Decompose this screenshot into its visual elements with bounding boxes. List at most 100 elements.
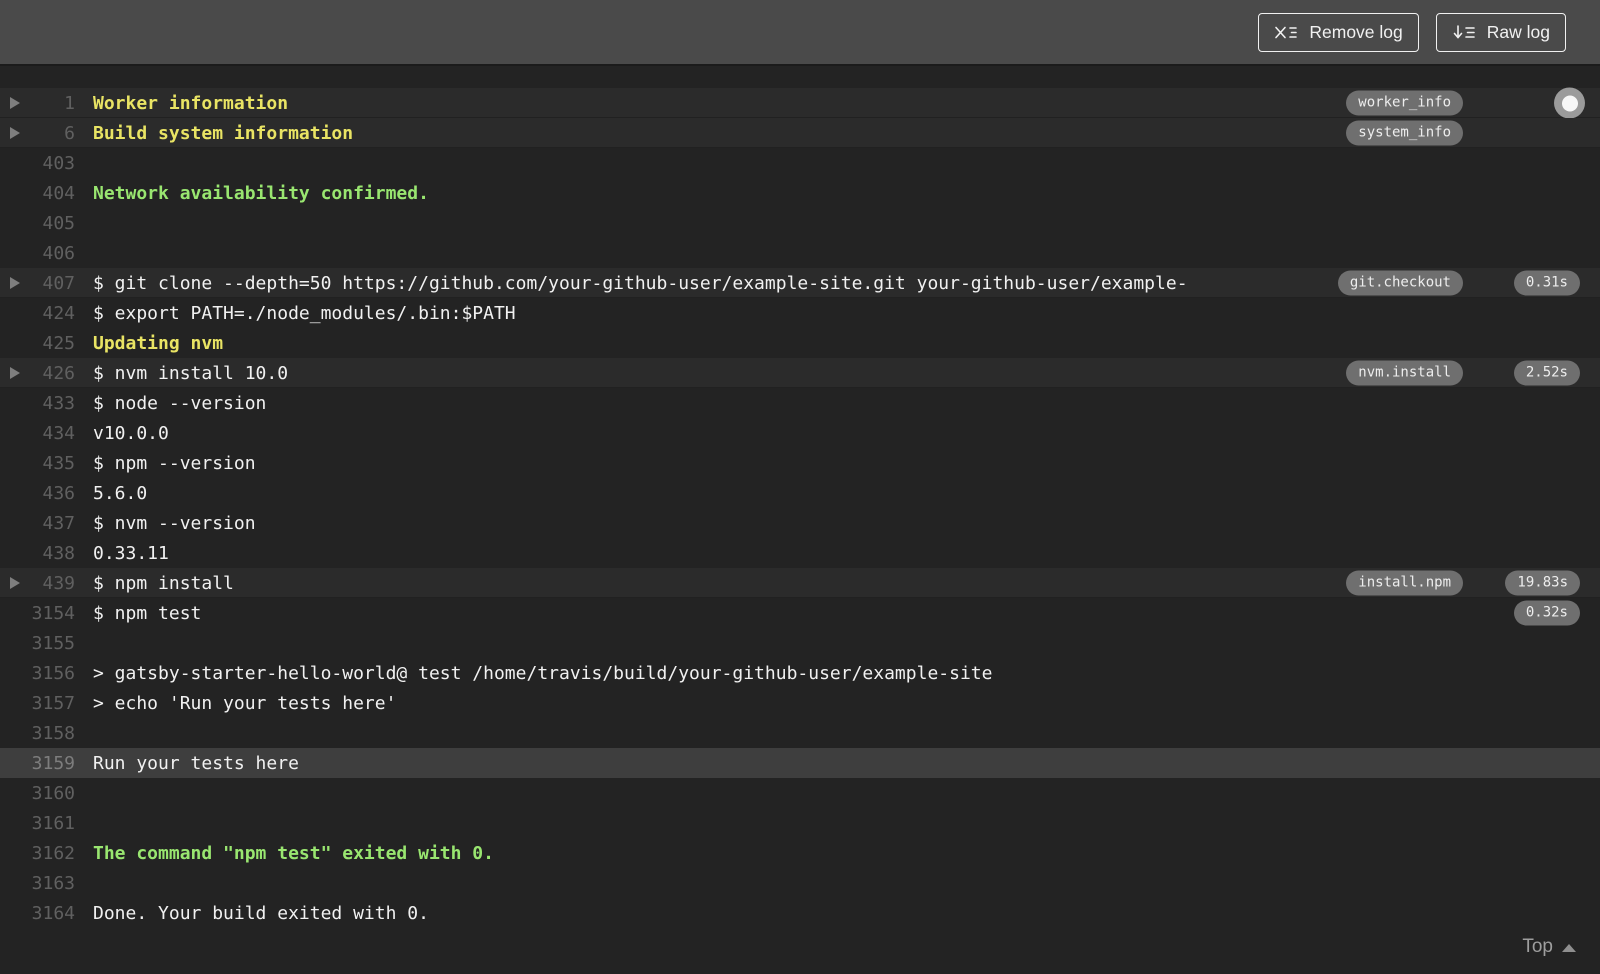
log-line-text: Done. Your build exited with 0. <box>93 902 429 924</box>
log-row: 6 Build system information system_info <box>0 118 1600 148</box>
remove-log-button[interactable]: Remove log <box>1258 12 1419 52</box>
log-row: 433 $ node --version <box>0 388 1600 418</box>
duration-badge: 2.52s <box>1513 360 1580 386</box>
fold-arrow-cell <box>0 367 30 379</box>
fold-tag-badge: git.checkout <box>1337 270 1463 296</box>
log-row: 434 v10.0.0 <box>0 418 1600 448</box>
log-row: 436 5.6.0 <box>0 478 1600 508</box>
fold-arrow-cell <box>0 127 30 139</box>
line-number[interactable]: 404 <box>30 183 75 204</box>
log-row: 3159 Run your tests here <box>0 748 1600 778</box>
fold-toggle-icon[interactable] <box>10 577 20 589</box>
log-rows: 1 Worker information worker_info 6 Build sys… <box>0 87 1600 928</box>
log-row: 424 $ export PATH=./node_modules/.bin:$PA… <box>0 298 1600 328</box>
scroll-to-top-link[interactable]: Top <box>1522 936 1576 958</box>
raw-log-button[interactable]: Raw log <box>1435 12 1566 52</box>
fold-toggle-icon[interactable] <box>10 127 20 139</box>
log-row: 3161 <box>0 808 1600 838</box>
fold-tag-badge: system_info <box>1346 120 1463 146</box>
line-number[interactable]: 403 <box>30 153 75 174</box>
log-line-text: $ npm install <box>93 572 234 594</box>
line-number[interactable]: 433 <box>30 393 75 414</box>
log-line-text: > echo 'Run your tests here' <box>93 692 397 714</box>
line-number[interactable]: 3157 <box>30 693 75 714</box>
line-number[interactable]: 3164 <box>30 903 75 924</box>
line-number[interactable]: 436 <box>30 483 75 504</box>
line-number[interactable]: 434 <box>30 423 75 444</box>
fold-arrow-cell <box>0 277 30 289</box>
line-number[interactable]: 438 <box>30 543 75 564</box>
line-number[interactable]: 6 <box>30 123 75 144</box>
line-number[interactable]: 439 <box>30 573 75 594</box>
fold-toggle-icon[interactable] <box>10 97 20 109</box>
log-row: 3160 <box>0 778 1600 808</box>
log-line-text: > gatsby-starter-hello-world@ test /home… <box>93 662 993 684</box>
line-number[interactable]: 3158 <box>30 723 75 744</box>
build-log: 1 Worker information worker_info 6 Build sys… <box>0 66 1600 972</box>
line-number[interactable]: 3161 <box>30 813 75 834</box>
log-row: 1 Worker information worker_info <box>0 87 1600 119</box>
line-number[interactable]: 1 <box>30 93 75 114</box>
log-line-text: Run your tests here <box>93 752 299 774</box>
log-scroll-knob-icon[interactable] <box>1554 87 1585 119</box>
log-line-text: $ nvm install 10.0 <box>93 362 289 384</box>
log-row: 407 $ git clone --depth=50 https://github… <box>0 268 1600 298</box>
log-line-text: Build system information <box>93 122 354 144</box>
line-number[interactable]: 3160 <box>30 783 75 804</box>
line-number[interactable]: 3159 <box>30 753 75 774</box>
line-number[interactable]: 3154 <box>30 603 75 624</box>
log-row: 426 $ nvm install 10.0 nvm.install 2.52s <box>0 358 1600 388</box>
remove-log-label: Remove log <box>1309 21 1403 42</box>
log-row: 3156 > gatsby-starter-hello-world@ test /… <box>0 658 1600 688</box>
duration-badge: 0.32s <box>1513 600 1580 626</box>
log-row: 405 <box>0 208 1600 238</box>
remove-log-icon <box>1274 24 1298 41</box>
fold-tag-badge: nvm.install <box>1346 360 1463 386</box>
log-row: 425 Updating nvm <box>0 328 1600 358</box>
fold-tag-badge: worker_info <box>1346 90 1463 116</box>
duration-badge: 0.31s <box>1513 270 1580 296</box>
log-row: 439 $ npm install install.npm 19.83s <box>0 568 1600 598</box>
log-line-text: $ export PATH=./node_modules/.bin:$PATH <box>93 302 516 324</box>
log-line-text: Worker information <box>93 92 289 114</box>
log-line-text: $ node --version <box>93 392 267 414</box>
log-row: 406 <box>0 238 1600 268</box>
log-line-text: Network availability confirmed. <box>93 182 429 204</box>
log-row: 3155 <box>0 628 1600 658</box>
line-number[interactable]: 435 <box>30 453 75 474</box>
log-row: 3154 $ npm test 0.32s <box>0 598 1600 628</box>
log-line-text: $ git clone --depth=50 https://github.co… <box>93 272 1188 294</box>
log-line-text: $ npm --version <box>93 452 256 474</box>
log-toolbar: Remove log Raw log <box>0 0 1600 66</box>
line-number[interactable]: 405 <box>30 213 75 234</box>
line-number[interactable]: 3155 <box>30 633 75 654</box>
line-number[interactable]: 3162 <box>30 843 75 864</box>
log-line-text: Updating nvm <box>93 332 224 354</box>
log-line-text: $ npm test <box>93 602 202 624</box>
log-row: 435 $ npm --version <box>0 448 1600 478</box>
fold-toggle-icon[interactable] <box>10 367 20 379</box>
fold-arrow-cell <box>0 577 30 589</box>
log-line-text: The command "npm test" exited with 0. <box>93 842 494 864</box>
raw-log-icon <box>1452 24 1476 41</box>
scroll-to-top-label: Top <box>1522 936 1553 957</box>
line-number[interactable]: 426 <box>30 363 75 384</box>
log-row: 3162 The command "npm test" exited with 0… <box>0 838 1600 868</box>
log-line-text: 5.6.0 <box>93 482 148 504</box>
log-row: 3157 > echo 'Run your tests here' <box>0 688 1600 718</box>
log-row: 403 <box>0 148 1600 178</box>
fold-tag-badge: install.npm <box>1346 570 1463 596</box>
line-number[interactable]: 425 <box>30 333 75 354</box>
line-number[interactable]: 437 <box>30 513 75 534</box>
log-row: 3158 <box>0 718 1600 748</box>
line-number[interactable]: 3163 <box>30 873 75 894</box>
line-number[interactable]: 3156 <box>30 663 75 684</box>
fold-arrow-cell <box>0 97 30 109</box>
log-line-text: v10.0.0 <box>93 422 169 444</box>
log-row: 3163 <box>0 868 1600 898</box>
fold-toggle-icon[interactable] <box>10 277 20 289</box>
line-number[interactable]: 407 <box>30 273 75 294</box>
line-number[interactable]: 424 <box>30 303 75 324</box>
line-number[interactable]: 406 <box>30 243 75 264</box>
log-row: 437 $ nvm --version <box>0 508 1600 538</box>
